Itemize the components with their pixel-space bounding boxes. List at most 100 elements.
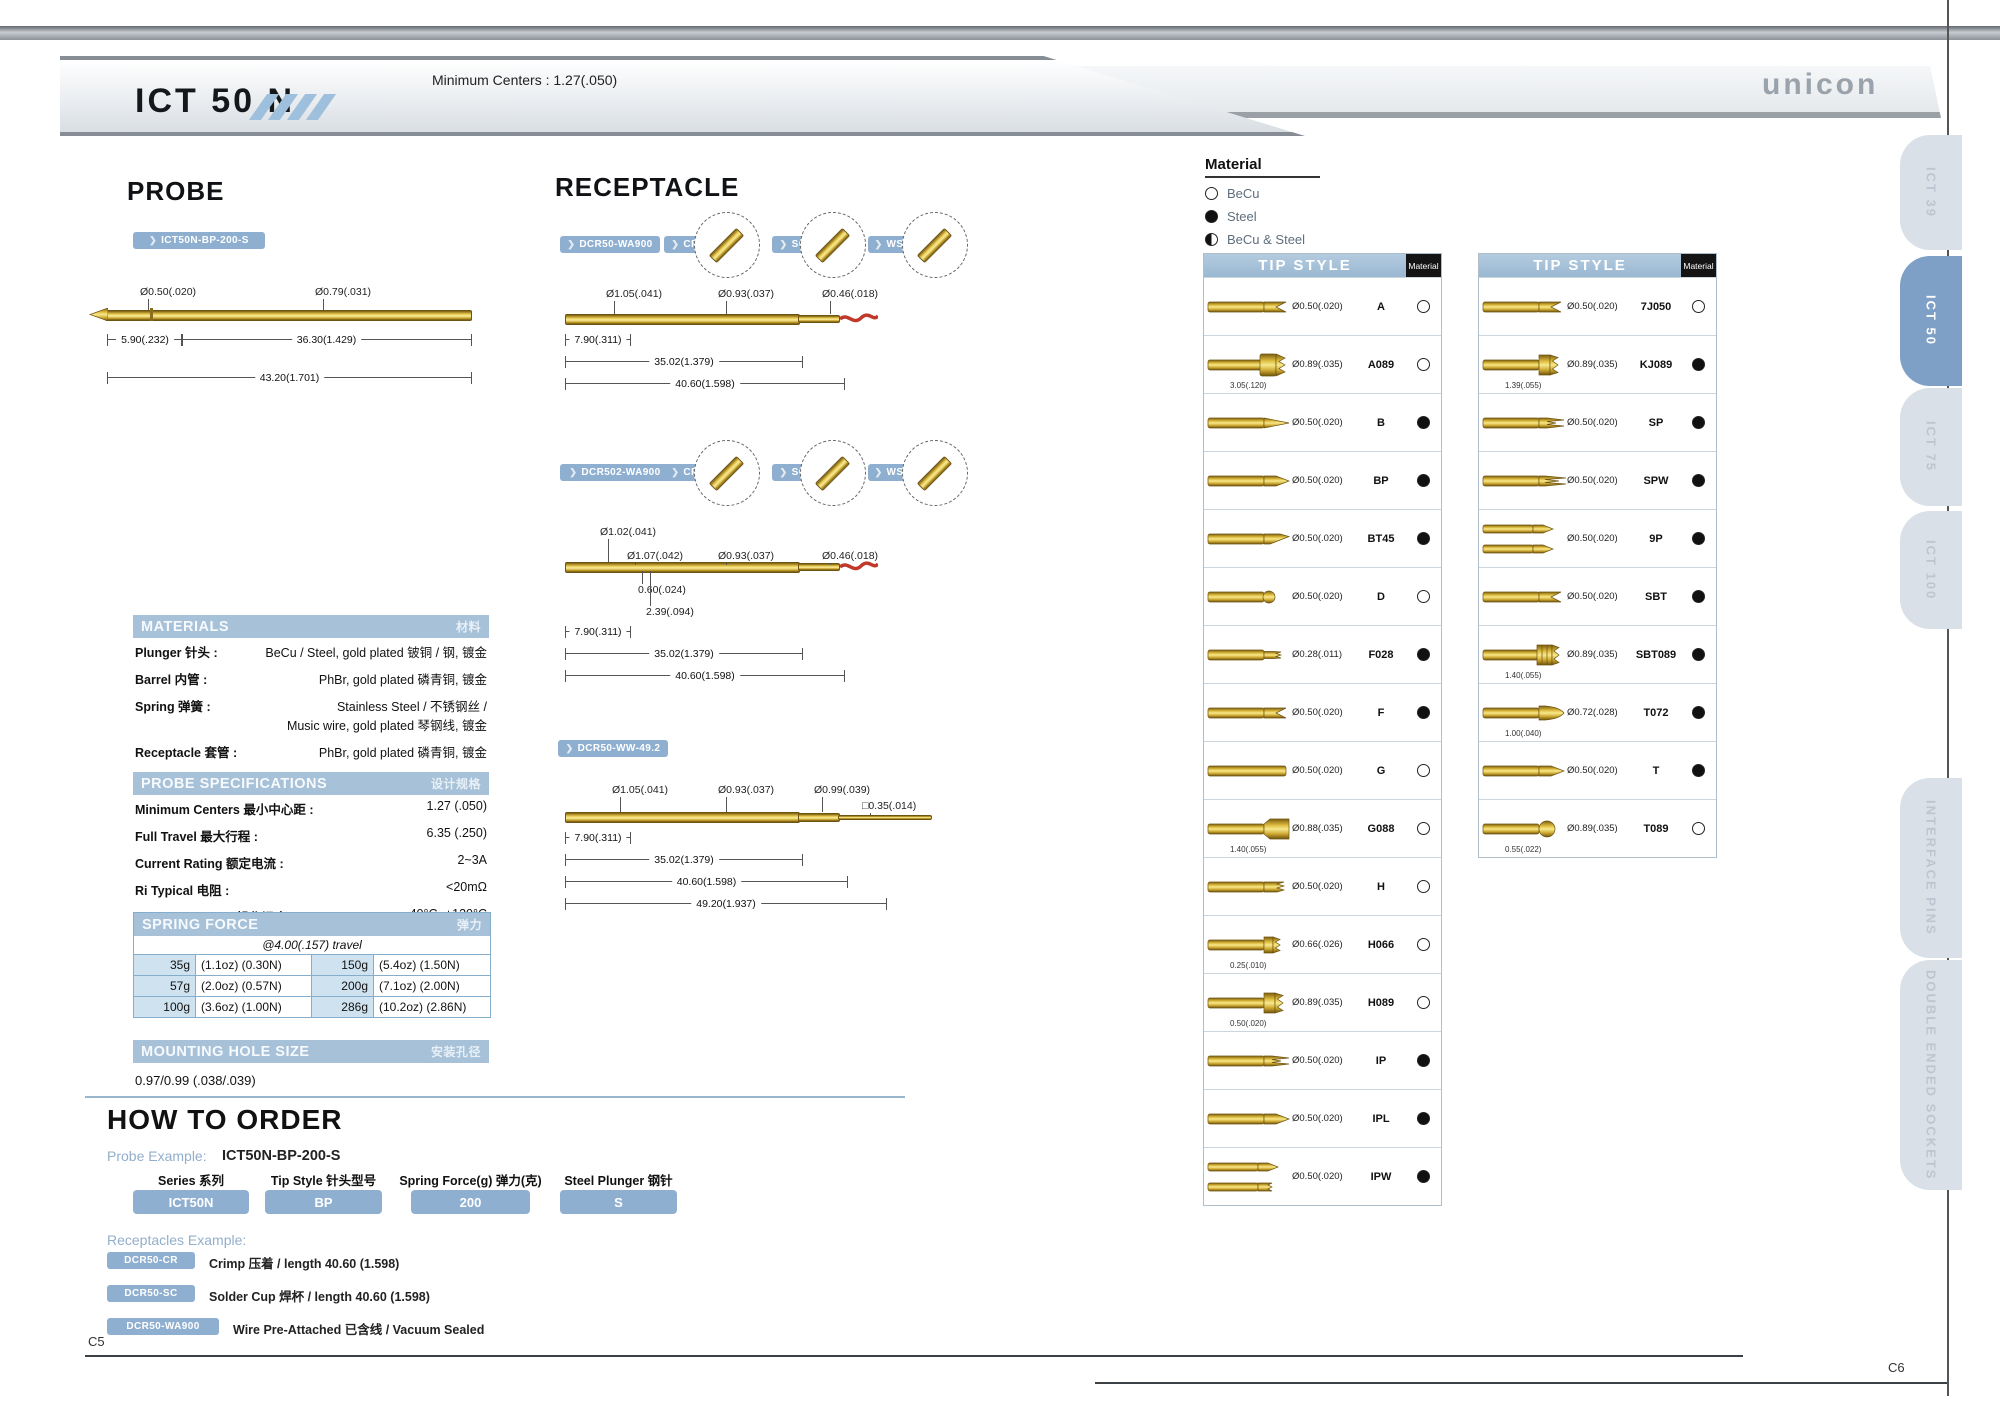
tip-code: D	[1356, 591, 1406, 603]
diameter-label: Ø0.93(.037)	[718, 784, 774, 796]
becu_steel-symbol-icon	[1205, 233, 1218, 246]
tip-drawing: 1.40(.055)	[1479, 626, 1567, 683]
spring-force-row: 100g(3.6oz) (1.00N)286g(10.2oz) (2.86N)	[134, 997, 490, 1017]
steel-symbol-icon	[1692, 358, 1705, 371]
spec-value: PhBr, gold plated 磷青铜, 镀金	[319, 742, 487, 761]
spec-label: Full Travel 最大行程 :	[135, 826, 258, 845]
spring-grams: 57g	[134, 976, 196, 996]
tip-dimension: Ø0.50(.020)	[1567, 591, 1631, 602]
dimension-bar: 36.30(1.429)	[181, 334, 472, 346]
tip-drawing	[1204, 1032, 1292, 1089]
spring-grams: 286g	[312, 997, 374, 1017]
receptacle-code-badge-DCR50-WA900: DCR50-WA900	[107, 1318, 219, 1335]
receptacle-sleeve	[565, 812, 800, 823]
leader-line	[650, 571, 651, 606]
spring-oz-newton: (3.6oz) (1.00N)	[196, 997, 312, 1017]
dimension-label: 36.30(1.429)	[292, 334, 362, 346]
steel-symbol-icon	[1205, 210, 1218, 223]
spring-grams: 150g	[312, 955, 374, 975]
tip-style-row-IPW: Ø0.50(.020)IPW	[1204, 1147, 1441, 1205]
dimension-label: 40.60(1.598)	[670, 670, 740, 682]
dimension-bar: 40.60(1.598)	[565, 876, 848, 888]
chisel-icon	[1481, 580, 1567, 614]
sidebar-tab-ict-39[interactable]: ICT 39	[1900, 135, 1962, 250]
sidebar-tab-double-ended-sockets[interactable]: DOUBLE ENDED SOCKETS	[1900, 960, 1962, 1190]
tip-style-row-9P: Ø0.50(.020)9P	[1479, 509, 1716, 567]
tip-drawing	[1204, 568, 1292, 625]
spec-value: 6.35 (.250)	[427, 826, 487, 845]
tip-code: H089	[1356, 997, 1406, 1009]
cone-icon	[1206, 406, 1292, 440]
spec-row: Plunger 针头 :BeCu / Steel, gold plated 铍铜…	[133, 638, 489, 665]
receptacle-tail	[798, 315, 840, 323]
steel-symbol-icon	[1692, 648, 1705, 661]
dimension-bar: 35.02(1.379)	[565, 356, 803, 368]
spec-value: <20mΩ	[446, 880, 487, 899]
tip-style-row-SBT089: 1.40(.055)Ø0.89(.035)SBT089	[1479, 625, 1716, 683]
becu-symbol-icon	[1417, 880, 1430, 893]
badge-arrow-icon: ❯	[566, 743, 574, 754]
tip-style-row-7J050: Ø0.50(.020)7J050	[1479, 277, 1716, 335]
tip-drawing: 0.55(.022)	[1479, 800, 1567, 857]
steel-symbol-icon	[1692, 532, 1705, 545]
material-legend-title: Material	[1205, 156, 1320, 178]
receptacle-square-post	[838, 815, 932, 820]
tip-dimension: Ø0.50(.020)	[1292, 1171, 1356, 1182]
spring-grams: 200g	[312, 976, 374, 996]
tip-code: SBT089	[1631, 649, 1681, 661]
spear45-icon	[1206, 522, 1292, 556]
steel-symbol-icon	[1692, 764, 1705, 777]
tip-dimension: Ø0.50(.020)	[1292, 1055, 1356, 1066]
tip-drawing: 1.39(.055)	[1479, 336, 1567, 393]
tip-code: T089	[1631, 823, 1681, 835]
spring-force-row: 57g(2.0oz) (0.57N)200g(7.1oz) (2.00N)	[134, 976, 490, 997]
order-divider	[85, 1096, 905, 1098]
tip-drawing	[1479, 394, 1567, 451]
tip-material-cell	[1681, 416, 1716, 429]
receptacle-example-label: Receptacles Example:	[107, 1232, 246, 1248]
tip-sub-dimension: 1.40(.055)	[1230, 845, 1266, 854]
tip-material-cell	[1406, 358, 1441, 371]
leader-line	[830, 563, 831, 565]
tip-material-cell	[1681, 300, 1716, 313]
sidebar-tab-ict-75[interactable]: ICT 75	[1900, 388, 1962, 506]
tip-code: BT45	[1356, 533, 1406, 545]
section-header-label-zh: 设计规格	[431, 775, 481, 792]
tip-style-row-T089: 0.55(.022)Ø0.89(.035)T089	[1479, 799, 1716, 857]
section-header: MOUNTING HOLE SIZE安装孔径	[133, 1040, 489, 1063]
tip-dimension: Ø0.89(.035)	[1292, 997, 1356, 1008]
tip-code: SPW	[1631, 475, 1681, 487]
spec-row: Current Rating 额定电流 :2~3A	[133, 849, 489, 876]
tip-drawing	[1204, 1148, 1292, 1205]
steel-symbol-icon	[1417, 532, 1430, 545]
dome-icon	[1206, 580, 1292, 614]
diameter-label: Ø0.46(.018)	[822, 550, 878, 562]
badge-arrow-icon: ❯	[671, 467, 679, 478]
leader-line	[614, 301, 615, 314]
sidebar-tab-ict-50[interactable]: ICT 50	[1900, 256, 1962, 386]
steel-symbol-icon	[1692, 474, 1705, 487]
spring-force-row: 35g(1.1oz) (0.30N)150g(5.4oz) (1.50N)	[134, 955, 490, 976]
leader-line	[620, 797, 621, 812]
leader-line	[726, 301, 727, 314]
tip-material-cell	[1406, 880, 1441, 893]
badge-label: DCR502-WA900	[581, 467, 660, 478]
steel-symbol-icon	[1417, 1112, 1430, 1125]
tip-drawing	[1204, 1090, 1292, 1147]
dimension-bar: 7.90(.311)	[565, 334, 631, 346]
brand-logo: unicon	[1762, 68, 1878, 102]
diameter-label: Ø0.93(.037)	[718, 288, 774, 300]
sidebar-tab-label: INTERFACE PINS	[1924, 800, 1939, 936]
chisel-icon	[1206, 696, 1292, 730]
spec-value: 1.27 (.050)	[427, 799, 487, 818]
receptacle-collar	[798, 813, 840, 822]
sidebar-tab-ict-100[interactable]: ICT 100	[1900, 511, 1962, 629]
receptacle-detail-photo	[694, 212, 760, 278]
sidebar-tab-interface-pins[interactable]: INTERFACE PINS	[1900, 778, 1962, 958]
catalog-page: ICT 50 N Minimum Centers : 1.27(.050) un…	[0, 0, 2000, 1413]
sidebar-tab-label: ICT 75	[1924, 421, 1939, 472]
tip-style-row-SPW: Ø0.50(.020)SPW	[1479, 451, 1716, 509]
dimension-label: 40.60(1.598)	[670, 378, 740, 390]
tip-style-row-G088: 1.40(.055)Ø0.88(.035)G088	[1204, 799, 1441, 857]
tip-drawing: 0.25(.010)	[1204, 916, 1292, 973]
